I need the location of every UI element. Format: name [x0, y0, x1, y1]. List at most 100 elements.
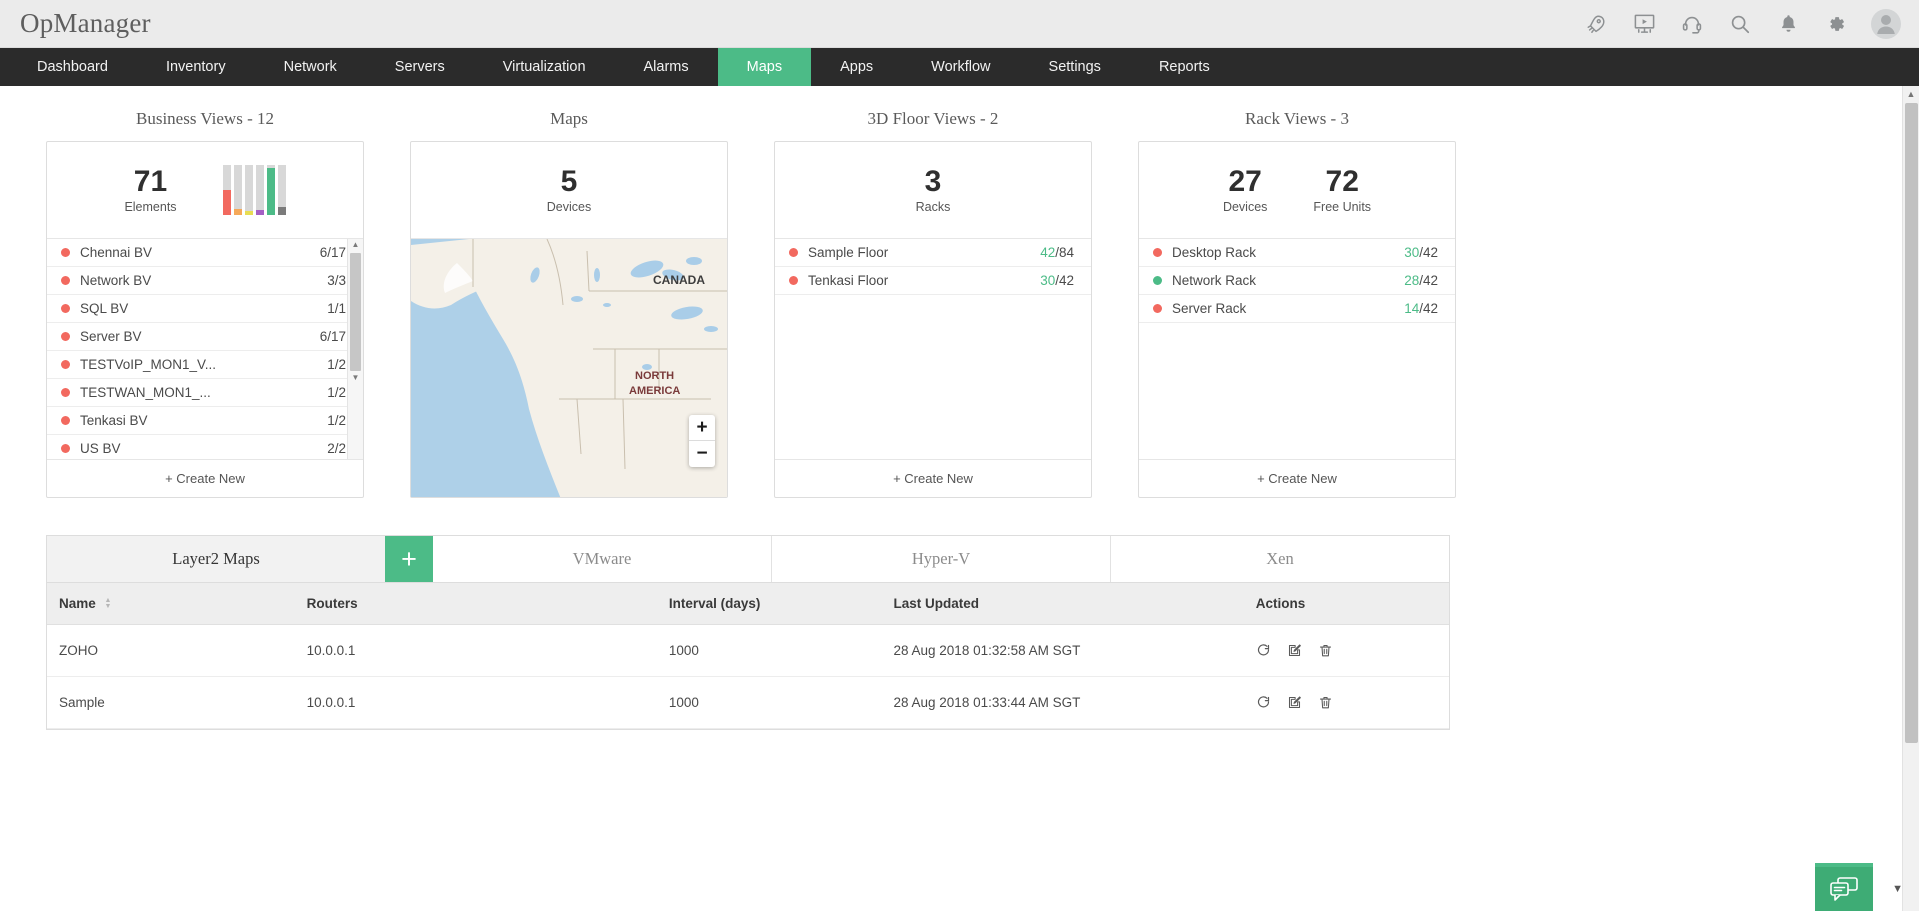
- list-item-label: Chennai BV: [80, 245, 320, 260]
- mini-bar-fill: [223, 190, 231, 215]
- status-dot: [61, 248, 70, 257]
- rocket-icon[interactable]: [1583, 11, 1609, 37]
- user-avatar-icon[interactable]: [1871, 9, 1901, 39]
- page-content: Business Views - 12 71 Elements Chennai …: [0, 86, 1919, 911]
- list-item[interactable]: TESTVoIP_MON1_V...1/2: [47, 351, 363, 379]
- nav-item-reports[interactable]: Reports: [1130, 48, 1239, 86]
- rediscover-icon[interactable]: [1256, 643, 1271, 658]
- tab-vmware[interactable]: VMware: [433, 536, 772, 582]
- rack-views-summary: 27 Devices 72 Free Units: [1139, 142, 1455, 239]
- page-vertical-scrollbar[interactable]: ▲: [1902, 86, 1919, 911]
- list-item-total: /42: [1419, 301, 1438, 316]
- maps-summary: 5 Devices: [411, 142, 727, 239]
- nav-item-maps[interactable]: Maps: [718, 48, 811, 86]
- column-header-routers[interactable]: Routers: [307, 583, 669, 625]
- gear-icon[interactable]: [1823, 11, 1849, 37]
- list-item-used: 42: [1040, 245, 1055, 260]
- floor-views-list: Sample Floor42/84Tenkasi Floor30/42: [775, 239, 1091, 459]
- maps-devices-stat: 5 Devices: [547, 166, 591, 215]
- cell-last-updated: 28 Aug 2018 01:32:58 AM SGT: [894, 625, 1256, 677]
- tab-xen[interactable]: Xen: [1111, 536, 1449, 582]
- search-icon[interactable]: [1727, 11, 1753, 37]
- nav-item-network[interactable]: Network: [255, 48, 366, 86]
- nav-item-alarms[interactable]: Alarms: [615, 48, 718, 86]
- list-item-value: 2/2: [327, 441, 346, 456]
- column-header-name[interactable]: Name ▲▼: [47, 583, 307, 625]
- list-item[interactable]: TESTWAN_MON1_...1/2: [47, 379, 363, 407]
- list-item[interactable]: Network BV3/3: [47, 267, 363, 295]
- cell-actions: [1256, 625, 1449, 677]
- nav-item-workflow[interactable]: Workflow: [902, 48, 1019, 86]
- nav-item-dashboard[interactable]: Dashboard: [8, 48, 137, 86]
- list-item-label: SQL BV: [80, 301, 327, 316]
- list-item[interactable]: Server Rack14/42: [1139, 295, 1455, 323]
- chat-widget[interactable]: [1815, 863, 1873, 911]
- rediscover-icon[interactable]: [1256, 695, 1271, 710]
- edit-icon[interactable]: [1287, 695, 1302, 710]
- list-item[interactable]: SQL BV1/1: [47, 295, 363, 323]
- list-item-value: 42/84: [1040, 245, 1074, 260]
- scrollbar-thumb[interactable]: [350, 253, 361, 371]
- list-item-value: 1/2: [327, 357, 346, 372]
- nav-item-settings[interactable]: Settings: [1020, 48, 1130, 86]
- cell-routers: 10.0.0.1: [307, 677, 669, 729]
- page-scroll-up-icon[interactable]: ▲: [1907, 86, 1916, 103]
- tab-layer2-maps[interactable]: Layer2 Maps: [47, 536, 385, 582]
- list-item[interactable]: Chennai BV6/17: [47, 239, 363, 267]
- cell-interval: 1000: [669, 677, 894, 729]
- geographical-map[interactable]: CANADA NORTH AMERICA S A + −: [411, 239, 727, 497]
- list-item-value: 3/3: [327, 273, 346, 288]
- scroll-down-icon[interactable]: ▼: [352, 372, 360, 385]
- cell-actions: [1256, 677, 1449, 729]
- add-map-button[interactable]: +: [385, 536, 433, 582]
- rack-views-card: Rack Views - 3 27 Devices 72 Free Units …: [1138, 109, 1456, 498]
- list-item[interactable]: Tenkasi Floor30/42: [775, 267, 1091, 295]
- nav-item-servers[interactable]: Servers: [366, 48, 474, 86]
- summary-cards-row: Business Views - 12 71 Elements Chennai …: [0, 86, 1919, 498]
- rack-views-create-new-button[interactable]: + Create New: [1139, 459, 1455, 497]
- page-scrollbar-thumb[interactable]: [1905, 103, 1918, 743]
- header-icon-group: [1583, 9, 1919, 39]
- nav-item-inventory[interactable]: Inventory: [137, 48, 255, 86]
- mini-bar-fill: [267, 168, 275, 216]
- nav-item-apps[interactable]: Apps: [811, 48, 902, 86]
- list-item-value: 14/42: [1404, 301, 1438, 316]
- delete-icon[interactable]: [1318, 695, 1333, 710]
- map-label-north: NORTH: [635, 370, 674, 382]
- list-item[interactable]: Tenkasi BV1/2: [47, 407, 363, 435]
- headset-icon[interactable]: [1679, 11, 1705, 37]
- list-item[interactable]: Sample Floor42/84: [775, 239, 1091, 267]
- floor-views-create-new-button[interactable]: + Create New: [775, 459, 1091, 497]
- map-label-canada: CANADA: [653, 273, 705, 287]
- tab-hyper-v[interactable]: Hyper-V: [772, 536, 1111, 582]
- column-header-last-updated[interactable]: Last Updated: [894, 583, 1256, 625]
- column-header-interval[interactable]: Interval (days): [669, 583, 894, 625]
- presentation-icon[interactable]: [1631, 11, 1657, 37]
- list-item[interactable]: US BV2/2: [47, 435, 363, 459]
- status-dot: [61, 388, 70, 397]
- business-views-create-new-button[interactable]: + Create New: [47, 459, 363, 497]
- table-row[interactable]: Sample10.0.0.1100028 Aug 2018 01:33:44 A…: [47, 677, 1449, 729]
- chat-collapse-icon[interactable]: ▼: [1892, 883, 1903, 895]
- status-dot: [1153, 304, 1162, 313]
- sort-icon[interactable]: ▲▼: [105, 598, 112, 610]
- list-item[interactable]: Desktop Rack30/42: [1139, 239, 1455, 267]
- list-item-value: 1/2: [327, 413, 346, 428]
- list-item[interactable]: Server BV6/17: [47, 323, 363, 351]
- map-zoom-in-button[interactable]: +: [689, 415, 715, 441]
- list-item-total: /42: [1419, 245, 1438, 260]
- bell-icon[interactable]: [1775, 11, 1801, 37]
- nav-item-virtualization[interactable]: Virtualization: [474, 48, 615, 86]
- map-zoom-controls[interactable]: + −: [689, 415, 715, 467]
- mini-bar-2: [234, 165, 242, 215]
- business-views-list-scrollbar[interactable]: ▲ ▼: [347, 239, 363, 459]
- delete-icon[interactable]: [1318, 643, 1333, 658]
- scroll-up-icon[interactable]: ▲: [352, 239, 360, 252]
- top-header-bar: OpManager: [0, 0, 1919, 48]
- table-row[interactable]: ZOHO10.0.0.1100028 Aug 2018 01:32:58 AM …: [47, 625, 1449, 677]
- list-item[interactable]: Network Rack28/42: [1139, 267, 1455, 295]
- rack-views-list: Desktop Rack30/42Network Rack28/42Server…: [1139, 239, 1455, 459]
- list-item-label: Sample Floor: [808, 245, 1040, 260]
- map-zoom-out-button[interactable]: −: [689, 441, 715, 467]
- edit-icon[interactable]: [1287, 643, 1302, 658]
